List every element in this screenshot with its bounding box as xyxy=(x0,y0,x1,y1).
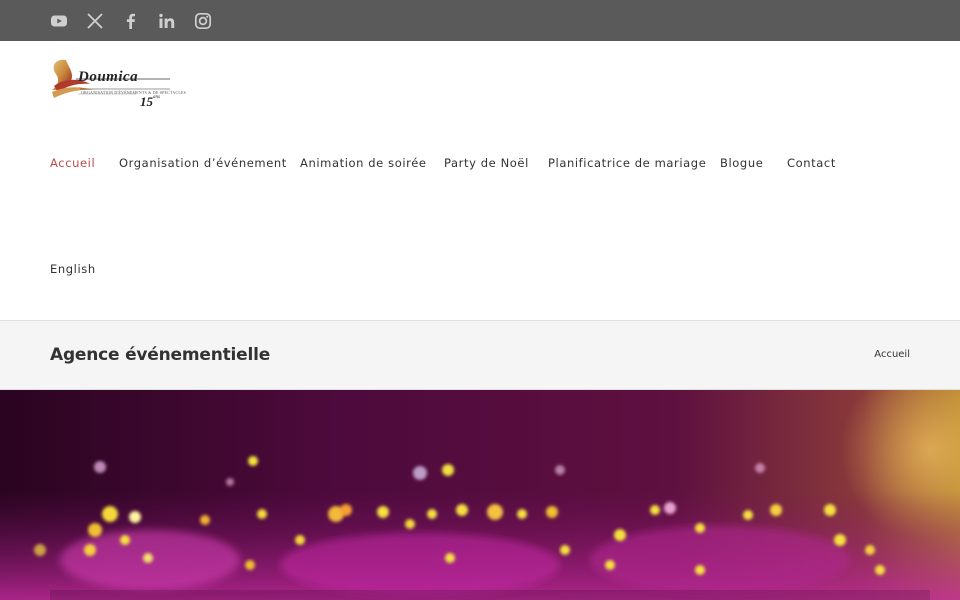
logo-tagline: ORGANISATION D'ÉVÉNEMENTS & DE SPECTACLE… xyxy=(81,90,187,95)
nav-item-accueil[interactable]: Accueil xyxy=(50,156,95,170)
breadcrumb-home[interactable]: Accueil xyxy=(874,349,910,360)
facebook-link[interactable] xyxy=(122,12,140,30)
logo-years: 15ans xyxy=(140,94,160,110)
site-header: Doumica ORGANISATION D'ÉVÉNEMENTS & DE S… xyxy=(0,41,960,320)
logo-years-number: 15 xyxy=(140,94,153,109)
nav-item-organisation-evenement[interactable]: Organisation d’événement xyxy=(119,156,287,170)
instagram-icon xyxy=(194,12,212,30)
nav-item-planificatrice-mariage[interactable]: Planificatrice de mariage xyxy=(548,156,706,170)
linkedin-link[interactable] xyxy=(158,12,176,30)
facebook-icon xyxy=(126,13,135,29)
nav-item-blogue[interactable]: Blogue xyxy=(720,156,763,170)
site-logo[interactable]: Doumica ORGANISATION D'ÉVÉNEMENTS & DE S… xyxy=(50,56,186,114)
social-links xyxy=(50,12,230,30)
linkedin-icon xyxy=(159,13,175,28)
language-switch-english[interactable]: English xyxy=(50,262,96,276)
page-title-bar: Agence événementielle Accueil xyxy=(0,320,960,390)
nav-item-party-noel[interactable]: Party de Noël xyxy=(444,156,529,170)
top-bar xyxy=(0,0,960,41)
page-title: Agence événementielle xyxy=(50,345,271,365)
hero-banner-image xyxy=(0,390,960,600)
youtube-link[interactable] xyxy=(50,12,68,30)
hero-bokeh-picture xyxy=(0,390,960,600)
logo-script-text: Doumica xyxy=(78,69,139,85)
x-twitter-icon xyxy=(87,13,103,29)
x-twitter-link[interactable] xyxy=(86,12,104,30)
nav-item-animation-soiree[interactable]: Animation de soirée xyxy=(300,156,427,170)
youtube-icon xyxy=(51,15,67,27)
language-nav: English xyxy=(50,260,96,278)
logo-years-suffix: ans xyxy=(153,95,160,100)
instagram-link[interactable] xyxy=(194,12,212,30)
nav-item-contact[interactable]: Contact xyxy=(787,156,836,170)
